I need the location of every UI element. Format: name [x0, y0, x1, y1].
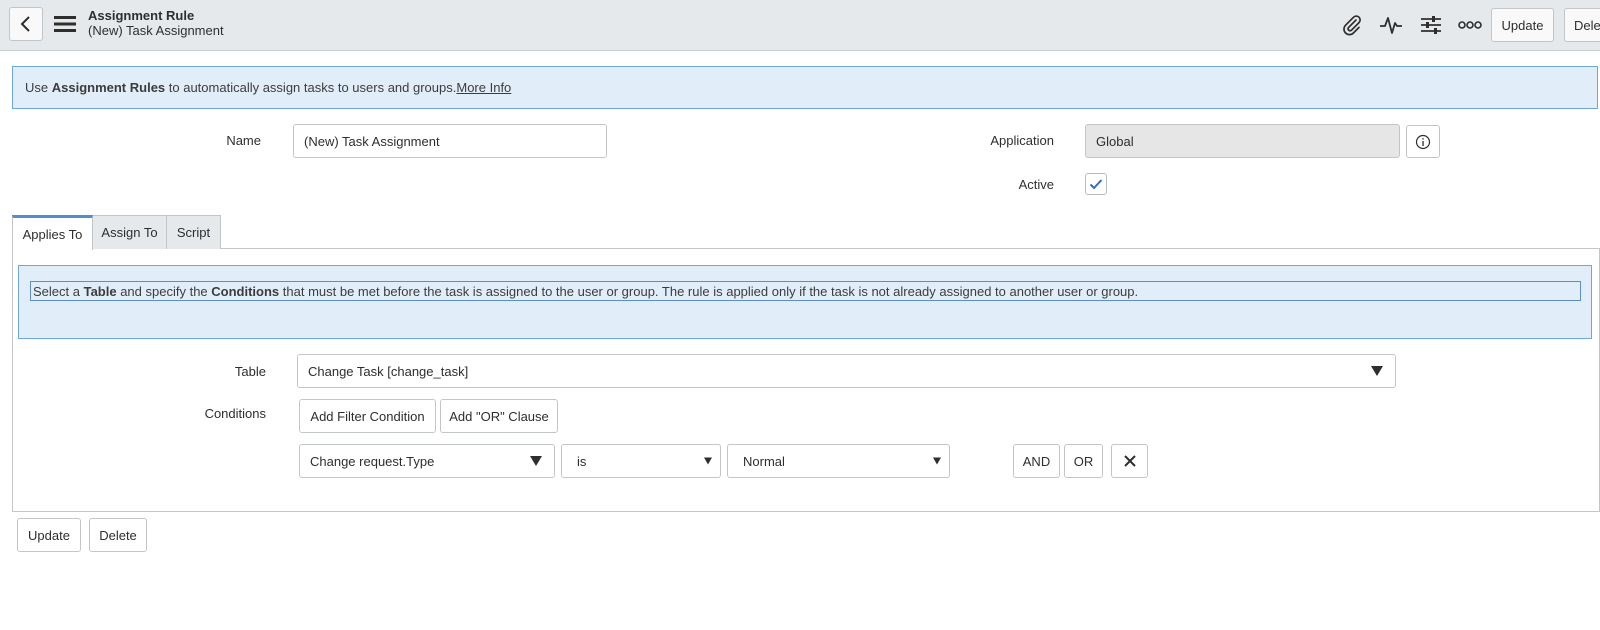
tab-assign-to[interactable]: Assign To [92, 215, 167, 249]
help-text-2: and specify the [116, 283, 212, 299]
more-info-link[interactable]: More Info [456, 80, 511, 95]
active-label: Active [1018, 177, 1054, 192]
remove-condition-button[interactable] [1111, 444, 1148, 478]
help-text-1: Select a [33, 283, 84, 299]
info-icon [1415, 134, 1431, 149]
tab-applies-to[interactable]: Applies To [12, 215, 93, 250]
condition-operator-value: is [577, 453, 587, 469]
help-bold-table: Table [83, 283, 117, 299]
form-subtitle: (New) Task Assignment [88, 23, 224, 38]
back-button[interactable] [9, 7, 43, 41]
banner-bold: Assignment Rules [51, 80, 166, 95]
application-info-button[interactable] [1406, 125, 1440, 158]
conditions-label: Conditions [204, 406, 266, 421]
settings-sliders-icon[interactable] [1419, 13, 1443, 37]
close-icon [1123, 455, 1136, 467]
footer-update-button[interactable]: Update [17, 518, 81, 552]
paperclip-icon[interactable] [1340, 13, 1364, 37]
applies-to-help-banner [18, 265, 1592, 339]
tab-script[interactable]: Script [166, 215, 221, 249]
form-title: Assignment Rule [88, 8, 195, 23]
table-label: Table [234, 364, 266, 379]
header-delete-button[interactable]: Dele [1564, 8, 1600, 42]
name-label: Name [226, 133, 261, 148]
more-options-icon[interactable] [1458, 13, 1482, 37]
info-banner: Use Assignment Rules to automatically as… [12, 66, 1598, 109]
and-button[interactable]: AND [1013, 444, 1060, 478]
header-update-button[interactable]: Update [1491, 8, 1554, 42]
application-label: Application [990, 133, 1054, 148]
dropdown-caret-icon [1371, 366, 1383, 376]
dropdown-caret-icon [530, 456, 542, 466]
add-filter-condition-button[interactable]: Add Filter Condition [299, 399, 436, 433]
or-button[interactable]: OR [1064, 444, 1103, 478]
applies-to-help-text: Select a Table and specify the Condition… [30, 281, 1581, 301]
banner-prefix: Use [25, 80, 52, 95]
hamburger-menu-icon[interactable] [54, 14, 76, 34]
condition-value-value: Normal [743, 453, 785, 469]
condition-value-select[interactable]: Normal [727, 444, 950, 478]
condition-operator-select[interactable]: is [561, 444, 721, 478]
footer-delete-button[interactable]: Delete [89, 518, 147, 552]
dropdown-caret-icon [933, 457, 941, 465]
add-or-clause-button[interactable]: Add "OR" Clause [440, 399, 558, 433]
checkmark-icon [1089, 179, 1103, 190]
table-select[interactable]: Change Task [change_task] [297, 354, 1396, 388]
application-field: Global [1085, 124, 1400, 158]
dropdown-caret-icon [704, 457, 712, 465]
active-checkbox[interactable] [1085, 173, 1107, 195]
help-text-3: that must be met before the task is assi… [279, 283, 1139, 299]
chevron-left-icon [20, 16, 30, 32]
help-bold-conditions: Conditions [211, 283, 280, 299]
condition-field-value: Change request.Type [310, 453, 435, 469]
condition-field-select[interactable]: Change request.Type [299, 444, 555, 478]
activity-pulse-icon[interactable] [1379, 13, 1403, 37]
table-select-value: Change Task [change_task] [308, 363, 469, 379]
banner-suffix: to automatically assign tasks to users a… [165, 80, 457, 95]
name-input[interactable]: (New) Task Assignment [293, 124, 607, 158]
